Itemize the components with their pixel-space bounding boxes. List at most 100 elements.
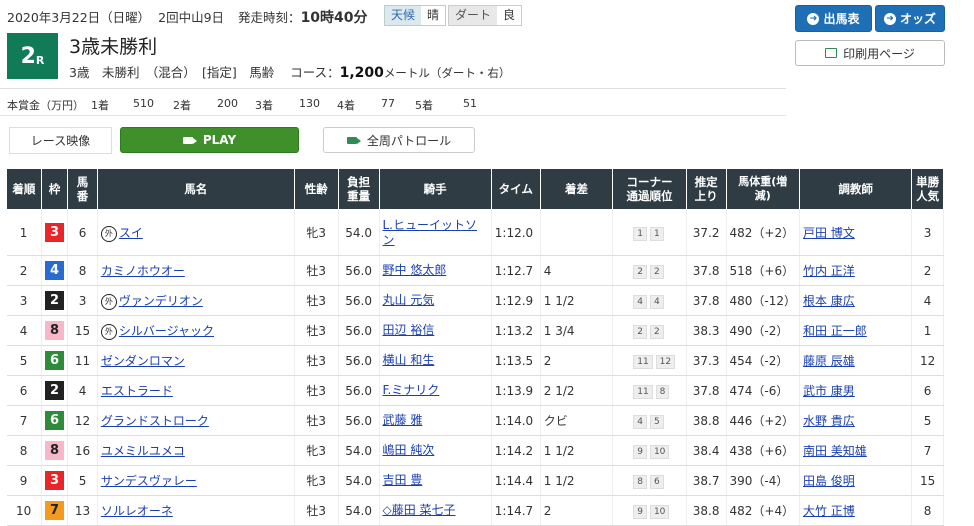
jockey-link[interactable]: L.ヒューイットソン — [383, 218, 478, 247]
trainer-link[interactable]: 水野 貴広 — [803, 414, 855, 428]
jockey-link[interactable]: ◇藤田 菜七子 — [383, 503, 456, 517]
weight-cell: 56.0 — [338, 375, 380, 406]
header-weight-text: 負担重量 — [347, 175, 371, 203]
corner-4: 1 — [649, 226, 664, 241]
rank-cell: 4 — [6, 315, 42, 346]
horse-number-cell: 15 — [67, 315, 98, 346]
video-camera-icon — [182, 136, 197, 144]
frame-badge: 2 — [44, 291, 64, 310]
jockey-link[interactable]: 武藤 雅 — [383, 413, 423, 427]
jockey-link[interactable]: 吉田 豊 — [383, 473, 423, 487]
trainer-link[interactable]: 戸田 博文 — [803, 226, 855, 240]
sex-age-cell: 牡3 — [294, 495, 339, 526]
trainer-link[interactable]: 和田 正一郎 — [803, 324, 867, 338]
horse-name-cell: 外ヴァンデリオン — [97, 285, 295, 316]
race-conditions: 3歳 未勝利 （混合） [指定] 馬齢 コース：1,200メートル（ダート・右） — [69, 62, 510, 81]
odds-button[interactable]: ➜ オッズ — [875, 5, 945, 32]
frame-badge: 6 — [44, 351, 64, 370]
weather-value: 晴 — [427, 8, 440, 22]
popularity-cell: 1 — [911, 315, 944, 346]
print-page-button[interactable]: 印刷用ページ — [795, 40, 945, 66]
horse-name-link[interactable]: スイ — [119, 226, 143, 240]
trainer-link[interactable]: 藤原 辰雄 — [803, 354, 855, 368]
jockey-link[interactable]: 丸山 元気 — [383, 293, 435, 307]
time-cell: 1:14.4 — [491, 465, 541, 496]
prize-4-value: 77 — [381, 97, 395, 110]
bodyweight-cell: 454（-2） — [726, 345, 800, 376]
header-jockey: 騎手 — [378, 168, 492, 210]
time-cell: 1:13.2 — [491, 315, 541, 346]
margin-cell: クビ — [540, 405, 614, 436]
trainer-cell: 竹内 正洋 — [799, 255, 913, 286]
horse-name-link[interactable]: ユメミルユメコ — [101, 444, 185, 458]
frame-cell: 2 — [41, 375, 69, 406]
arrow-circle-icon: ➜ — [807, 12, 820, 25]
frame-cell: 8 — [41, 315, 69, 346]
time-cell: 1:12.9 — [491, 285, 541, 316]
frame-cell: 8 — [41, 435, 69, 466]
corner-4: 10 — [649, 444, 670, 459]
jockey-cell: 吉田 豊 — [379, 465, 492, 496]
sex-age-cell: 牡3 — [294, 285, 339, 316]
horse-name-link[interactable]: エストラード — [101, 384, 173, 398]
patrol-button[interactable]: 全周パトロール — [323, 127, 475, 153]
bodyweight-cell: 480（-12） — [726, 285, 800, 316]
play-button[interactable]: PLAY — [120, 127, 299, 153]
weight-cell: 54.0 — [338, 209, 380, 256]
arrow-circle-icon: ➜ — [883, 12, 896, 25]
jockey-link[interactable]: F.ミナリク — [383, 383, 440, 397]
agari-cell: 38.4 — [686, 435, 727, 466]
trainer-cell: 大竹 正博 — [799, 495, 913, 526]
shutsuba-button[interactable]: ➜ 出馬表 — [795, 5, 872, 32]
race-video-tab[interactable]: レース映像 — [9, 127, 112, 154]
bodyweight-cell: 482（+4） — [726, 495, 800, 526]
time-cell: 1:13.9 — [491, 375, 541, 406]
post-time-label: 発走時刻： — [238, 10, 301, 25]
sex-age-cell: 牡3 — [294, 315, 339, 346]
trainer-link[interactable]: 竹内 正洋 — [803, 264, 855, 278]
corner-cell: 22 — [612, 315, 687, 346]
table-row: 9 3 5 サンデスヴァレー 牝3 54.0 吉田 豊 1:14.4 1 1/2… — [6, 465, 944, 496]
trainer-link[interactable]: 根本 康広 — [803, 294, 855, 308]
horse-name-link[interactable]: グランドストローク — [101, 414, 209, 428]
prize-money: 本賞金（万円） 1着 510 2着 200 3着 130 4着 77 5着 51 — [7, 97, 493, 113]
corner-3: 8 — [633, 474, 647, 489]
trainer-link[interactable]: 田島 俊明 — [803, 474, 855, 488]
horse-name-link[interactable]: サンデスヴァレー — [101, 474, 197, 488]
horse-name-link[interactable]: ヴァンデリオン — [119, 294, 203, 308]
race-name: 3歳未勝利 — [69, 36, 158, 58]
trainer-link[interactable]: 武市 康男 — [803, 384, 855, 398]
horse-number-cell: 16 — [67, 435, 98, 466]
horse-name-link[interactable]: ゼンダンロマン — [101, 354, 185, 368]
jockey-cell: 田辺 裕信 — [379, 315, 492, 346]
sex-age-cell: 牡3 — [294, 255, 339, 286]
prize-label: 本賞金（万円） — [7, 99, 84, 112]
horse-name-link[interactable]: シルバージャック — [119, 324, 214, 338]
corner-cell: 9 10 — [612, 495, 687, 526]
margin-cell: 1 1/2 — [540, 435, 614, 466]
trainer-cell: 藤原 辰雄 — [799, 345, 913, 376]
horse-name-link[interactable]: カミノホウオー — [101, 264, 185, 278]
agari-cell: 38.3 — [686, 315, 727, 346]
header-trainer: 調教師 — [798, 168, 913, 210]
corner-4: 4 — [649, 294, 664, 309]
print-label: 印刷用ページ — [843, 46, 915, 61]
horse-number-cell: 12 — [67, 405, 98, 436]
horse-name-cell: ゼンダンロマン — [97, 345, 295, 376]
bodyweight-cell: 474（-6） — [726, 375, 800, 406]
foreign-bred-icon: 外 — [100, 293, 117, 310]
race-number-badge: 2R — [7, 33, 58, 79]
bodyweight-cell: 490（-2） — [726, 315, 800, 346]
corner-3: 4 — [633, 414, 647, 429]
jockey-cell: 野中 悠太郎 — [379, 255, 492, 286]
corner-cell: 11 12 — [612, 345, 687, 376]
patrol-label: 全周パトロール — [366, 133, 452, 148]
frame-badge: 3 — [44, 223, 64, 242]
jockey-link[interactable]: 嶋田 純次 — [383, 443, 435, 457]
trainer-link[interactable]: 南田 美知雄 — [803, 444, 867, 458]
jockey-link[interactable]: 横山 和生 — [383, 353, 435, 367]
frame-cell: 2 — [41, 285, 69, 316]
jockey-cell: L.ヒューイットソン — [379, 209, 492, 256]
jockey-link[interactable]: 田辺 裕信 — [383, 323, 435, 337]
jockey-link[interactable]: 野中 悠太郎 — [383, 263, 447, 277]
